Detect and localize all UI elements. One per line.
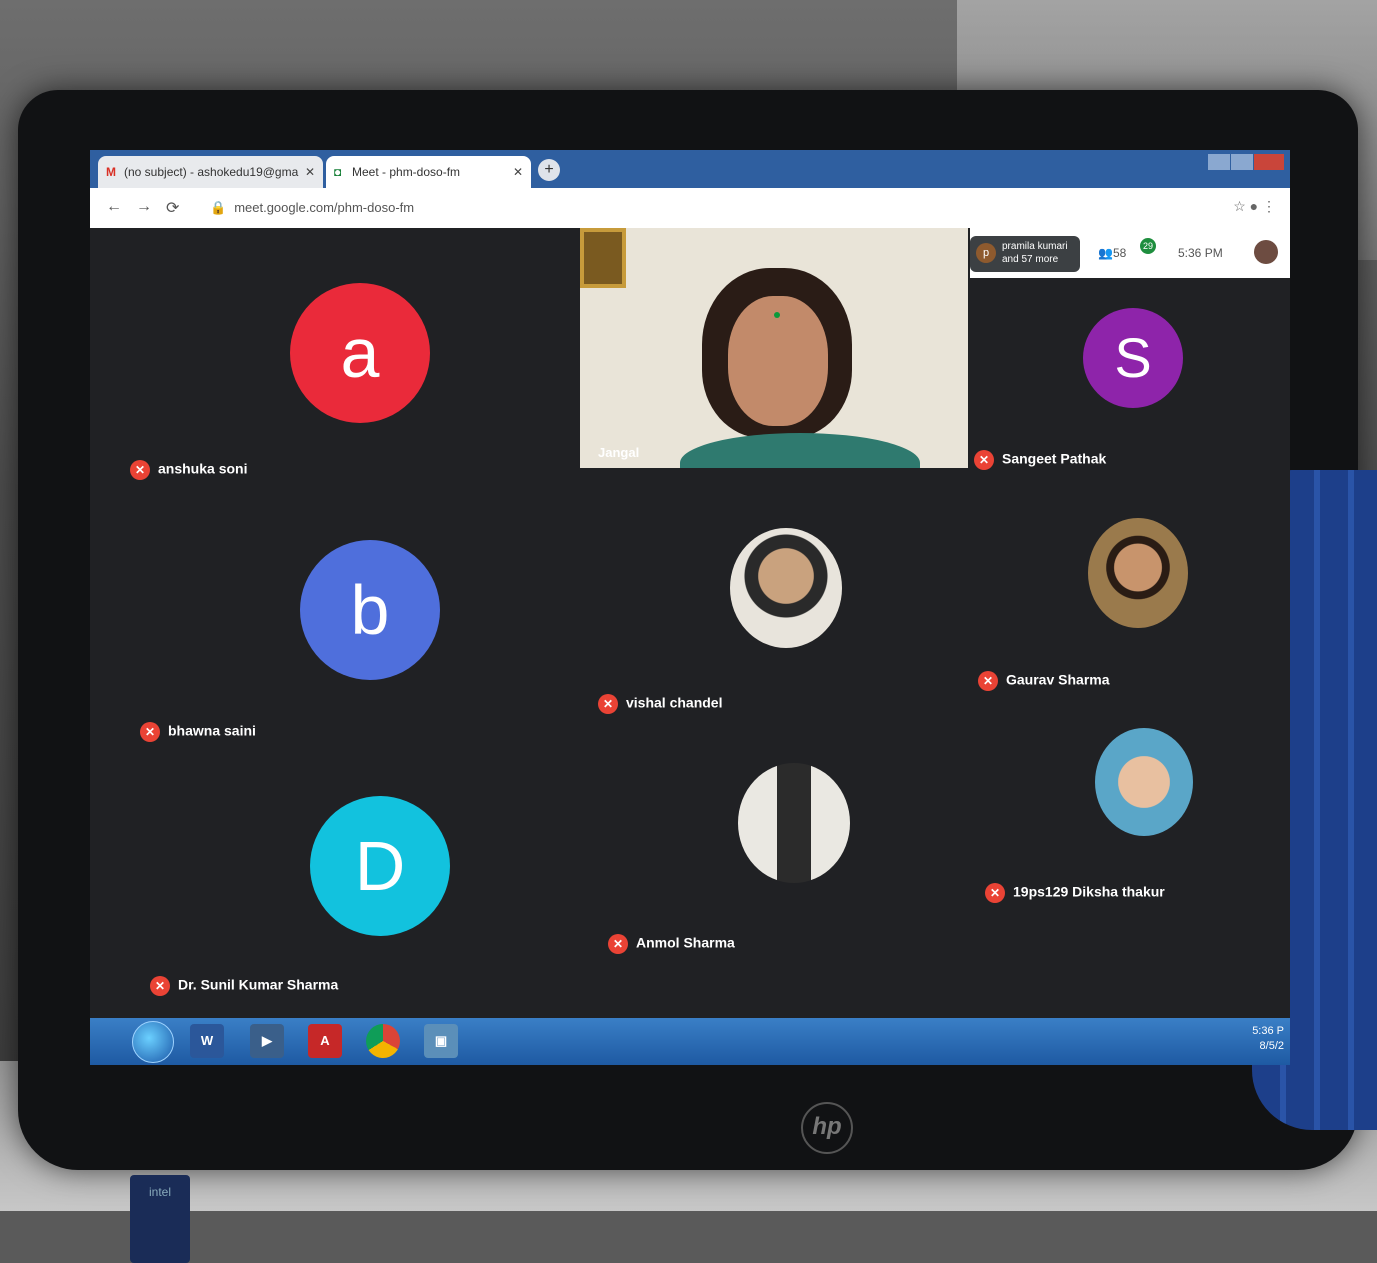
maximize-button[interactable]: [1231, 154, 1253, 170]
window-controls: [1207, 154, 1284, 174]
close-icon[interactable]: ✕: [305, 156, 315, 188]
people-chip[interactable]: p pramila kumari and 57 more: [970, 236, 1080, 272]
mic-off-icon: ✕: [150, 976, 170, 996]
mic-off-icon: ✕: [608, 934, 628, 954]
participant-name: ✕ vishal chandel: [598, 694, 722, 714]
windows-taskbar: W ▶ A ▣ 5:36 P 8/5/2: [90, 1018, 1290, 1065]
acrobat-icon[interactable]: A: [308, 1024, 342, 1058]
chrome-icon[interactable]: [366, 1024, 400, 1058]
participant-name: ✕ anshuka soni: [130, 460, 247, 480]
extension-icons[interactable]: ☆ ● ⋮: [1233, 198, 1276, 215]
url-text: meet.google.com/phm-doso-fm: [234, 200, 415, 215]
meet-icon: ◘: [334, 165, 342, 179]
screen: M (no subject) - ashokedu19@gma ✕ ◘ Meet…: [90, 150, 1290, 1065]
speaker-name: Jangal: [598, 445, 640, 460]
minimize-button[interactable]: [1208, 154, 1230, 170]
avatar: p: [976, 243, 996, 263]
participant-name: ✕ Sangeet Pathak: [974, 450, 1106, 470]
avatar: b: [300, 540, 440, 680]
avatar[interactable]: [1254, 240, 1278, 264]
clock: 5:36 PM: [1178, 246, 1223, 260]
people-icon[interactable]: 👥58: [1098, 246, 1126, 260]
meet-top-controls: p pramila kumari and 57 more 👥58 29 5:36…: [970, 228, 1290, 278]
participant-photo: [738, 763, 850, 883]
window-close-button[interactable]: [1254, 154, 1284, 170]
word-icon[interactable]: W: [190, 1024, 224, 1058]
picture-frame: [580, 228, 626, 288]
participant-name: ✕ Gaurav Sharma: [978, 671, 1110, 691]
mic-off-icon: ✕: [130, 460, 150, 480]
participant-name: ✕ Dr. Sunil Kumar Sharma: [150, 976, 338, 996]
new-tab-button[interactable]: +: [538, 159, 560, 181]
speaker-shoulder: [680, 433, 920, 468]
tab-meet-label: Meet - phm-doso-fm: [352, 165, 461, 179]
url-field[interactable]: 🔒 meet.google.com/phm-doso-fm: [210, 196, 414, 220]
chat-badge[interactable]: 29: [1140, 238, 1156, 254]
active-speaker-video: Jangal: [580, 228, 968, 468]
back-icon[interactable]: ←: [106, 198, 122, 216]
tab-meet[interactable]: ◘ Meet - phm-doso-fm ✕: [326, 156, 531, 188]
browser-tabbar: M (no subject) - ashokedu19@gma ✕ ◘ Meet…: [90, 150, 1290, 188]
bindi: [774, 312, 780, 318]
mic-off-icon: ✕: [598, 694, 618, 714]
mic-off-icon: ✕: [985, 883, 1005, 903]
video-icon[interactable]: ▶: [250, 1024, 284, 1058]
meet-grid: a ✕ anshuka soni b ✕ bhawna saini D ✕ Dr. S…: [90, 228, 1290, 1018]
address-bar: ← → ⟳ 🔒 meet.google.com/phm-doso-fm ☆ ● ⋮: [90, 188, 1290, 229]
participant-name: ✕ bhawna saini: [140, 722, 256, 742]
mic-off-icon: ✕: [140, 722, 160, 742]
people-chip-text: pramila kumari and 57 more: [1002, 241, 1068, 265]
close-icon[interactable]: ✕: [513, 156, 523, 188]
start-button[interactable]: [132, 1021, 174, 1063]
avatar: D: [310, 796, 450, 936]
remote-desktop-icon[interactable]: ▣: [424, 1024, 458, 1058]
reload-icon[interactable]: ⟳: [166, 198, 179, 218]
mic-off-icon: ✕: [974, 450, 994, 470]
system-tray[interactable]: 5:36 P 8/5/2: [1252, 1024, 1284, 1054]
tab-gmail[interactable]: M (no subject) - ashokedu19@gma ✕: [98, 156, 323, 188]
hp-logo: hp: [801, 1102, 853, 1154]
intel-sticker: intel: [130, 1175, 190, 1263]
participant-name: ✕ 19ps129 Diksha thakur: [985, 883, 1165, 903]
participant-photo: [730, 528, 842, 648]
tab-gmail-label: (no subject) - ashokedu19@gma: [124, 165, 299, 179]
participant-photo: [1095, 728, 1193, 836]
mic-off-icon: ✕: [978, 671, 998, 691]
participant-name: ✕ Anmol Sharma: [608, 934, 735, 954]
avatar: a: [290, 283, 430, 423]
avatar: S: [1083, 308, 1183, 408]
gmail-icon: M: [106, 165, 116, 179]
participant-photo: [1088, 518, 1188, 628]
lock-icon: 🔒: [210, 200, 227, 215]
forward-icon[interactable]: →: [136, 198, 152, 216]
